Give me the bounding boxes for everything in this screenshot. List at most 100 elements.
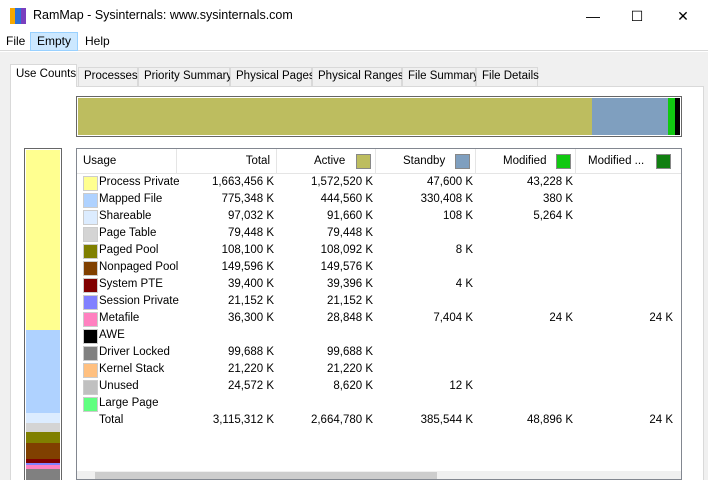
- cell-active: 21,220 K: [326, 363, 373, 375]
- column-active[interactable]: Active: [277, 149, 376, 174]
- cell-total: 97,032 K: [227, 210, 274, 222]
- tab-file-details[interactable]: File Details: [476, 67, 539, 86]
- driver-locked-segment: [26, 469, 60, 480]
- page-table-segment: [26, 422, 60, 432]
- mapped-file-segment: [26, 329, 60, 413]
- cell-total: 21,220 K: [227, 363, 274, 375]
- menu-file[interactable]: File: [0, 32, 31, 51]
- shareable-segment: [26, 412, 60, 423]
- tab-physical-ranges[interactable]: Physical Ranges: [312, 67, 404, 86]
- tab-file-summary[interactable]: File Summary: [402, 67, 479, 86]
- usage-name: Driver Locked: [99, 346, 170, 358]
- table-row[interactable]: Metafile 36,300 K 28,848 K 7,404 K 24 K 24 K: [77, 311, 681, 328]
- usage-name: Nonpaged Pool: [99, 261, 179, 273]
- title-bar: RamMap - Sysinternals: www.sysinternals.…: [0, 0, 708, 32]
- maximize-button[interactable]: ☐: [614, 0, 660, 32]
- table-row[interactable]: Shareable 97,032 K 91,660 K 108 K 5,264 K: [77, 209, 681, 226]
- tab-physical-pages[interactable]: Physical Pages: [230, 67, 315, 86]
- table-row[interactable]: Session Private 21,152 K 21,152 K: [77, 294, 681, 311]
- usage-color-swatch: [83, 193, 98, 208]
- column-modified-no-write[interactable]: Modified ...: [576, 149, 681, 174]
- memory-state-bar: [76, 96, 682, 137]
- minimize-button[interactable]: —: [570, 0, 616, 32]
- cell-standby: 4 K: [455, 278, 473, 290]
- cell-standby: 12 K: [449, 380, 473, 392]
- cell-modified: 24 K: [549, 312, 573, 324]
- active-color-swatch: [356, 154, 371, 169]
- tab-use-counts[interactable]: Use Counts: [10, 64, 77, 87]
- column-modified-no-write-label: Modified ...: [588, 155, 645, 167]
- usage-name: Shareable: [99, 210, 152, 222]
- column-total[interactable]: Total: [177, 149, 277, 174]
- column-standby[interactable]: Standby: [376, 149, 476, 174]
- cell-modified: 43,228 K: [526, 176, 573, 188]
- usage-name: Large Page: [99, 397, 159, 409]
- standby-segment: [592, 98, 668, 135]
- menu-help[interactable]: Help: [79, 32, 116, 51]
- menu-bar: File Empty Help: [0, 32, 708, 51]
- cell-active: 2,664,780 K: [310, 414, 373, 426]
- table-row[interactable]: Process Private 1,663,456 K 1,572,520 K 47,…: [77, 175, 681, 192]
- standby-color-swatch: [455, 154, 470, 169]
- usage-name: Session Private: [99, 295, 179, 307]
- table-row[interactable]: Kernel Stack 21,220 K 21,220 K: [77, 362, 681, 379]
- cell-active: 79,448 K: [326, 227, 373, 239]
- cell-total: 3,115,312 K: [212, 414, 274, 426]
- nonpaged-pool-segment: [26, 443, 60, 460]
- table-row[interactable]: Nonpaged Pool 149,596 K 149,576 K: [77, 260, 681, 277]
- usage-color-swatch: [83, 278, 98, 293]
- cell-modified: 48,896 K: [526, 414, 573, 426]
- column-standby-label: Standby: [403, 155, 446, 167]
- usage-name: Process Private: [99, 176, 180, 188]
- usage-color-swatch: [83, 210, 98, 225]
- cell-active: 1,572,520 K: [310, 176, 373, 188]
- cell-active: 149,576 K: [320, 261, 373, 273]
- table-row[interactable]: Driver Locked 99,688 K 99,688 K: [77, 345, 681, 362]
- cell-active: 91,660 K: [326, 210, 373, 222]
- table-row[interactable]: Large Page: [77, 396, 681, 413]
- table-row[interactable]: Paged Pool 108,100 K 108,092 K 8 K: [77, 243, 681, 260]
- cell-active: 108,092 K: [320, 244, 373, 256]
- process-private-segment: [26, 150, 60, 330]
- cell-active: 21,152 K: [326, 295, 373, 307]
- scrollbar-thumb[interactable]: [95, 472, 437, 479]
- cell-total: 99,688 K: [227, 346, 274, 358]
- table-row[interactable]: Mapped File 775,348 K 444,560 K 330,408 K 38…: [77, 192, 681, 209]
- horizontal-scrollbar[interactable]: [77, 471, 681, 479]
- active-segment: [78, 98, 592, 135]
- cell-active: 39,396 K: [326, 278, 373, 290]
- cell-standby: 385,544 K: [420, 414, 473, 426]
- cell-total: 1,663,456 K: [211, 176, 274, 188]
- menu-empty[interactable]: Empty: [30, 32, 79, 51]
- table-header: Usage Total Active Standby Modified Modi…: [77, 149, 681, 174]
- table-row[interactable]: AWE: [77, 328, 681, 345]
- usage-color-swatch: [83, 346, 98, 361]
- modified-no-write-segment: [675, 98, 680, 135]
- table-row[interactable]: Total 3,115,312 K 2,664,780 K 385,544 K 48,8…: [77, 413, 681, 430]
- usage-color-swatch: [83, 312, 98, 327]
- use-counts-table: Usage Total Active Standby Modified Modi…: [76, 148, 682, 480]
- usage-name: System PTE: [99, 278, 163, 290]
- usage-color-swatch: [83, 397, 98, 412]
- usage-color-swatch: [83, 176, 98, 191]
- table-row[interactable]: Page Table 79,448 K 79,448 K: [77, 226, 681, 243]
- tab-priority-summary[interactable]: Priority Summary: [138, 67, 232, 86]
- close-button[interactable]: ✕: [660, 0, 706, 32]
- paged-pool-segment: [26, 431, 60, 444]
- column-usage[interactable]: Usage: [77, 149, 177, 174]
- cell-total: 79,448 K: [227, 227, 274, 239]
- cell-active: 444,560 K: [320, 193, 373, 205]
- usage-color-swatch: [83, 329, 98, 344]
- cell-total: 775,348 K: [221, 193, 274, 205]
- table-row[interactable]: System PTE 39,400 K 39,396 K 4 K: [77, 277, 681, 294]
- tab-processes[interactable]: Processes: [78, 67, 138, 86]
- usage-name: Unused: [99, 380, 139, 392]
- window-title: RamMap - Sysinternals: www.sysinternals.…: [33, 8, 293, 22]
- rammap-app-icon: [10, 8, 26, 24]
- column-modified[interactable]: Modified: [476, 149, 576, 174]
- table-row[interactable]: Unused 24,572 K 8,620 K 12 K: [77, 379, 681, 396]
- usage-color-swatch: [83, 363, 98, 378]
- usage-color-swatch: [83, 295, 98, 310]
- usage-color-swatch: [83, 227, 98, 242]
- cell-modified: 5,264 K: [533, 210, 573, 222]
